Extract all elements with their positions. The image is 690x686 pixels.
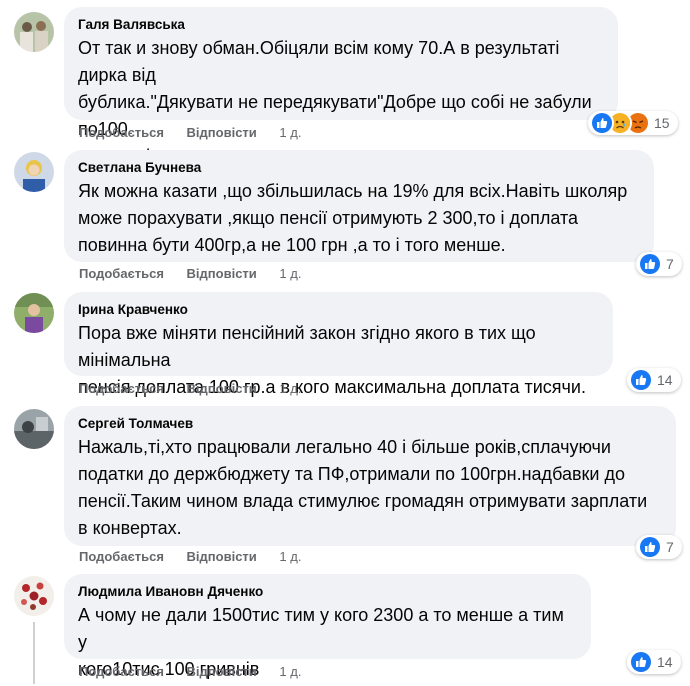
reaction-count: 14 (657, 654, 673, 670)
comment-bubble: Сергей Толмачев Нажаль,ті,хто працювали … (64, 406, 676, 546)
comment-bubble: Ірина Кравченко Пора вже міняти пенсійни… (64, 292, 613, 397)
like-reaction-icon (590, 111, 614, 135)
comment-author[interactable]: Сергей Толмачев (78, 415, 662, 432)
comment-bubble: Людмила Ивановн Дяченко А чому не дали 1… (64, 574, 591, 679)
comment-timestamp[interactable]: 1 д. (279, 549, 301, 564)
comment-author[interactable]: Людмила Ивановн Дяченко (78, 583, 577, 600)
reactions-summary[interactable]: 7 (636, 535, 682, 559)
reactions-summary[interactable]: 7 (636, 252, 682, 276)
avatar[interactable] (14, 293, 54, 333)
like-reaction-icon (638, 535, 662, 559)
comment-text: Як можна казати ,що збільшилась на 19% д… (78, 181, 628, 255)
comment-actions: Подобається Відповісти 1 д. (79, 266, 301, 281)
reactions-summary[interactable]: 15 (588, 111, 678, 135)
reaction-count: 14 (657, 372, 673, 388)
like-button[interactable]: Подобається (79, 549, 164, 564)
reply-button[interactable]: Відповісти (187, 125, 257, 140)
reaction-count: 7 (666, 256, 674, 272)
comment-bubble: Галя Валявська От так и знову обман.Обіц… (64, 7, 618, 166)
reactions-summary[interactable]: 14 (627, 368, 681, 392)
avatar[interactable] (14, 12, 54, 52)
comment-bubble: Светлана Бучнева Як можна казати ,що збі… (64, 150, 654, 262)
comment-timestamp[interactable]: 1 д. (279, 664, 301, 679)
like-reaction-icon (629, 368, 653, 392)
like-reaction-icon (629, 650, 653, 674)
avatar[interactable] (14, 152, 54, 192)
reply-button[interactable]: Відповісти (187, 664, 257, 679)
comment-author[interactable]: Светлана Бучнева (78, 159, 640, 176)
thread-line (33, 622, 35, 684)
comment-actions: Подобається Відповісти 1 д. (79, 549, 301, 564)
comment-author[interactable]: Галя Валявська (78, 16, 604, 33)
comment-timestamp[interactable]: 1 д. (279, 266, 301, 281)
reply-button[interactable]: Відповісти (187, 266, 257, 281)
reactions-summary[interactable]: 14 (627, 650, 681, 674)
like-button[interactable]: Подобається (79, 125, 164, 140)
comment-actions: Подобається Відповісти 1 д. (79, 381, 301, 396)
reaction-count: 7 (666, 539, 674, 555)
like-reaction-icon (638, 252, 662, 276)
like-button[interactable]: Подобається (79, 266, 164, 281)
comment-author[interactable]: Ірина Кравченко (78, 301, 599, 318)
comment-timestamp[interactable]: 1 д. (279, 125, 301, 140)
like-button[interactable]: Подобається (79, 381, 164, 396)
comment-actions: Подобається Відповісти 1 д. (79, 125, 301, 140)
reply-button[interactable]: Відповісти (187, 381, 257, 396)
comment-timestamp[interactable]: 1 д. (279, 381, 301, 396)
reply-button[interactable]: Відповісти (187, 549, 257, 564)
avatar[interactable] (14, 576, 54, 616)
avatar[interactable] (14, 409, 54, 449)
comment-text: Нажаль,ті,хто працювали легально 40 і бі… (78, 437, 648, 538)
reaction-count: 15 (654, 115, 670, 131)
comment-actions: Подобається Відповісти 1 д. (79, 664, 301, 679)
like-button[interactable]: Подобається (79, 664, 164, 679)
